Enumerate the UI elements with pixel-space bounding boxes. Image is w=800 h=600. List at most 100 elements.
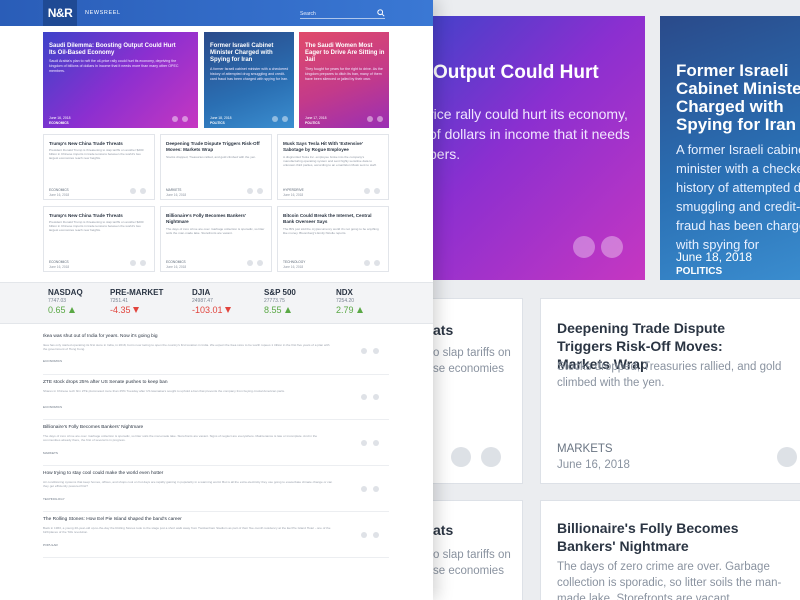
ticker-sp500[interactable]: S&P 500 27773.75 8.55 — [264, 288, 296, 316]
share-icon[interactable] — [373, 348, 379, 354]
ticker-ndx[interactable]: NDX 7254.20 2.79 — [336, 288, 363, 316]
bookmark-icon[interactable] — [361, 532, 367, 538]
article-category: ECONOMICS — [166, 260, 186, 264]
list-item[interactable]: Ikea was shut out of India for years. No… — [43, 334, 389, 370]
zoom-card2-category: MARKETS — [557, 443, 613, 455]
share-icon[interactable] — [373, 394, 379, 400]
ticker-nasdaq[interactable]: NASDAQ 7747.03 0.65 — [48, 288, 83, 316]
zoom-card2-summary: Stocks dropped, Treasuries rallied, and … — [557, 361, 782, 389]
share-icon[interactable] — [257, 188, 263, 194]
featured-card-saudi[interactable]: Saudi Dilemma: Boosting Output Could Hur… — [43, 32, 198, 128]
share-icon[interactable] — [601, 236, 623, 258]
bookmark-icon[interactable] — [573, 236, 595, 258]
featured-title: Former Israeli Cabinet Minister Charged … — [210, 43, 274, 63]
article-summary: President Donald Trump is threatening to… — [49, 220, 144, 233]
bookmark-icon[interactable] — [361, 486, 367, 492]
share-icon[interactable] — [374, 188, 380, 194]
bookmark-icon[interactable] — [272, 116, 278, 122]
zoom-frag2-text: o slap tariffs on se economies — [433, 549, 511, 577]
article-category: TECHNOLOGY — [283, 260, 306, 264]
zoom-politics-card: Former Israeli Cabinet Minister Charged … — [660, 16, 800, 280]
ticker-name: S&P 500 — [264, 288, 296, 297]
ticker-change: 8.55 — [264, 305, 282, 315]
ticker-value: 24987.47 — [192, 298, 213, 304]
share-icon[interactable] — [377, 116, 383, 122]
article-date: June 16, 2018 — [49, 265, 70, 269]
list-item-title: Ikea was shut out of India for years. No… — [43, 334, 158, 339]
featured-category: POLITICS — [305, 121, 320, 125]
bookmark-icon[interactable] — [367, 116, 373, 122]
bookmark-icon[interactable] — [130, 260, 136, 266]
ticker-djia[interactable]: DJIA 24987.47 -103.01 — [192, 288, 231, 316]
bookmark-icon[interactable] — [364, 188, 370, 194]
list-item[interactable]: How trying to stay cool could make the w… — [43, 471, 389, 507]
article-summary: The BIS just told the cryptocurrency wor… — [283, 227, 379, 236]
list-item[interactable]: ZTE stock drops 25% after US Senate push… — [43, 380, 389, 416]
share-icon[interactable] — [481, 447, 501, 467]
list-item-title: ZTE stock drops 25% after US Senate push… — [43, 380, 168, 385]
article-category: ECONOMICS — [49, 188, 69, 192]
top-navigation-bar: N&R NEWSREEL — [0, 0, 433, 26]
article-summary: The days of zero crime are over. Garbage… — [166, 227, 265, 236]
list-item-title: The Rolling Stones: How Eel Pie Island s… — [43, 517, 182, 522]
ticker-value: 7254.20 — [336, 298, 355, 304]
article-card[interactable]: Trump's New China Trade Threats Presiden… — [43, 134, 155, 200]
bookmark-icon[interactable] — [361, 348, 367, 354]
ticker-premarket[interactable]: PRE-MARKET 7251.41 -4.35 — [110, 288, 163, 316]
featured-card-saudi-women[interactable]: The Saudi Women Most Eager to Drive Are … — [299, 32, 389, 128]
app-window: N&R NEWSREEL Saudi Dilemma: Boosting Out… — [0, 0, 433, 600]
article-summary: A disgruntled Tesla Inc. employee broke … — [283, 155, 377, 168]
article-title: Deepening Trade Dispute Triggers Risk-Of… — [166, 141, 260, 152]
zoom-politics-category: POLITICS — [676, 266, 723, 277]
article-card[interactable]: Musk Says Tesla Hit With 'Extensive' Sab… — [277, 134, 389, 200]
share-icon[interactable] — [140, 188, 146, 194]
share-icon[interactable] — [282, 116, 288, 122]
arrow-down-icon — [132, 307, 139, 313]
featured-summary: A former Israeli cabinet minister with a… — [210, 67, 289, 81]
bookmark-icon[interactable] — [361, 394, 367, 400]
featured-category: POLITICS — [210, 121, 225, 125]
bookmark-icon[interactable] — [451, 447, 471, 467]
share-icon[interactable] — [373, 532, 379, 538]
bookmark-icon[interactable] — [172, 116, 178, 122]
article-card[interactable]: Deepening Trade Dispute Triggers Risk-Of… — [160, 134, 272, 200]
article-card[interactable]: Trump's New China Trade Threats Presiden… — [43, 206, 155, 272]
share-icon[interactable] — [257, 260, 263, 266]
site-logo[interactable]: N&R — [43, 0, 77, 26]
bookmark-icon[interactable] — [361, 440, 367, 446]
search-icon[interactable] — [377, 9, 385, 17]
share-icon[interactable] — [373, 486, 379, 492]
list-item-category: TECHNOLOGY — [43, 497, 65, 501]
featured-date: June 16, 2018 — [49, 116, 71, 120]
zoom-politics-title: Former Israeli Cabinet Minister Charged … — [676, 61, 800, 134]
article-title: Billionaire's Folly Becomes Bankers' Nig… — [166, 213, 247, 224]
article-card[interactable]: Bitcoin Could Break the Internet, Centra… — [277, 206, 389, 272]
list-item[interactable]: Billionaire's Folly Becomes Bankers' Nig… — [43, 425, 389, 461]
share-icon[interactable] — [374, 260, 380, 266]
share-icon[interactable] — [140, 260, 146, 266]
search-input[interactable] — [300, 9, 370, 18]
ticker-value: 7251.41 — [110, 298, 129, 304]
bookmark-icon[interactable] — [364, 260, 370, 266]
share-icon[interactable] — [373, 440, 379, 446]
divider — [43, 511, 389, 512]
bookmark-icon[interactable] — [130, 188, 136, 194]
featured-card-israel[interactable]: Former Israeli Cabinet Minister Charged … — [204, 32, 294, 128]
bookmark-icon[interactable] — [247, 260, 253, 266]
list-item-summary: Shares in Chinese tech firm ZTE plummete… — [43, 389, 285, 393]
list-item[interactable]: The Rolling Stones: How Eel Pie Island s… — [43, 517, 389, 553]
article-title: Musk Says Tesla Hit With 'Extensive' Sab… — [283, 141, 363, 152]
bookmark-icon[interactable] — [777, 447, 797, 467]
arrow-up-icon — [68, 307, 75, 313]
featured-date: June 17, 2018 — [305, 116, 327, 120]
zoom-card-billionaire: Billionaire's Folly Becomes Bankers' Nig… — [540, 500, 800, 600]
article-category: MARKETS — [166, 188, 182, 192]
brand-name[interactable]: NEWSREEL — [85, 10, 121, 16]
article-summary: President Donald Trump is threatening to… — [49, 148, 144, 161]
article-card[interactable]: Billionaire's Folly Becomes Bankers' Nig… — [160, 206, 272, 272]
ticker-name: NASDAQ — [48, 288, 83, 297]
share-icon[interactable] — [182, 116, 188, 122]
market-ticker: NASDAQ 7747.03 0.65 PRE-MARKET 7251.41 -… — [0, 282, 433, 324]
featured-title: Saudi Dilemma: Boosting Output Could Hur… — [49, 43, 176, 56]
bookmark-icon[interactable] — [247, 188, 253, 194]
